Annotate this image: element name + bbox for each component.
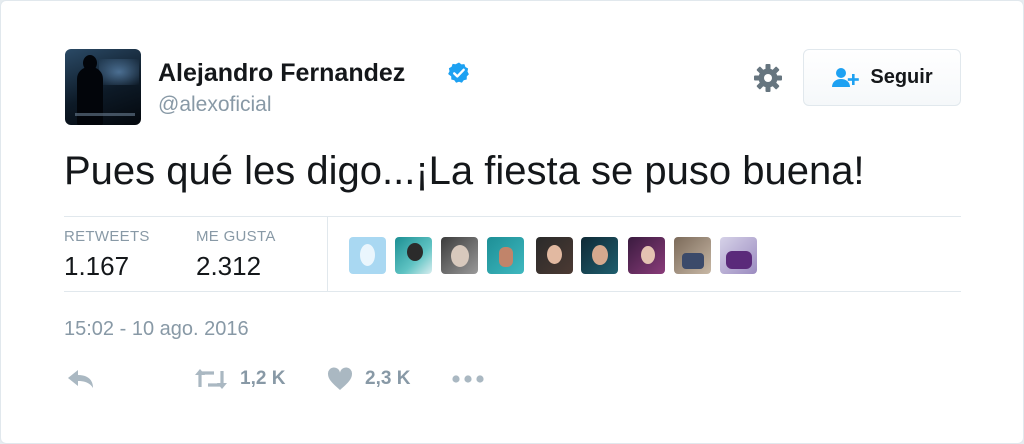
user-handle[interactable]: @alexoficial (158, 93, 272, 117)
likes-count[interactable]: 2.312 (196, 251, 261, 282)
verified-badge-icon (448, 62, 469, 83)
tweet-text: Pues qué les digo...¡La fiesta se puso b… (64, 149, 865, 193)
likes-label[interactable]: ME GUSTA (196, 228, 276, 245)
follow-user-icon (832, 67, 860, 87)
retweets-label[interactable]: RETWEETS (64, 228, 150, 245)
liker-avatar[interactable] (628, 237, 665, 274)
retweets-count[interactable]: 1.167 (64, 251, 129, 282)
tweet-timestamp[interactable]: 15:02 - 10 ago. 2016 (64, 318, 249, 341)
liker-avatar[interactable] (487, 237, 524, 274)
tweet-card: Alejandro Fernandez @alexoficial Seguir (0, 0, 1024, 444)
reply-icon (68, 370, 93, 388)
liker-avatar[interactable] (349, 237, 386, 274)
more-button[interactable] (452, 366, 484, 392)
retweet-icon (195, 369, 227, 389)
user-name[interactable]: Alejandro Fernandez (158, 59, 405, 88)
like-count: 2,3 K (365, 368, 411, 389)
divider (64, 216, 961, 217)
retweet-button[interactable]: 1,2 K (194, 366, 285, 392)
liker-avatar[interactable] (581, 237, 618, 274)
more-dots-icon (452, 375, 484, 383)
liker-avatar[interactable] (395, 237, 432, 274)
follow-button-label: Seguir (870, 66, 933, 88)
liker-avatar[interactable] (536, 237, 573, 274)
divider (64, 291, 961, 292)
liker-avatar[interactable] (674, 237, 711, 274)
divider (327, 217, 328, 291)
avatar[interactable] (65, 49, 141, 125)
gear-icon[interactable] (753, 63, 783, 93)
heart-icon (327, 367, 353, 390)
retweet-count: 1,2 K (240, 368, 286, 389)
liker-avatar[interactable] (720, 237, 757, 274)
reply-button[interactable] (67, 366, 95, 392)
like-button[interactable]: 2,3 K (327, 366, 410, 392)
follow-button[interactable]: Seguir (803, 49, 961, 106)
liker-avatar[interactable] (441, 237, 478, 274)
